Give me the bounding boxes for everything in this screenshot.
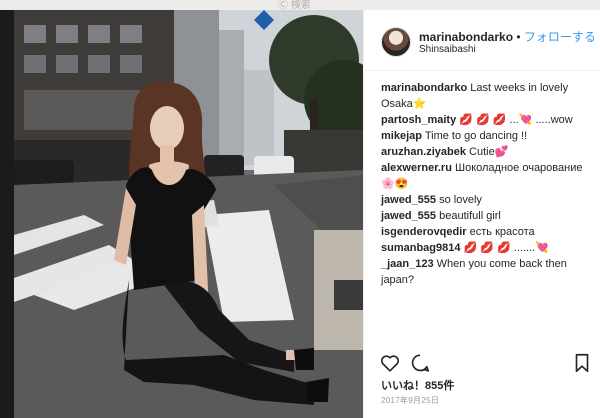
- comment-username[interactable]: _jaan_123: [381, 258, 434, 270]
- photo-illustration: [14, 10, 363, 418]
- comment-list: marinabondarko Last weeks in lovely Osak…: [381, 80, 591, 288]
- username-link[interactable]: marinabondarko: [419, 30, 513, 44]
- comment-icon[interactable]: [409, 352, 431, 374]
- comment-text: beautifull girl: [439, 210, 501, 222]
- comment-text: 💋 💋 💋 ...💘 .....wow: [459, 114, 573, 126]
- post-header: marinabondarko • フォローする Shinsaibashi: [364, 10, 600, 71]
- comment-item: isgenderovqedir есть красота: [381, 224, 591, 240]
- follow-button[interactable]: フォローする: [524, 30, 596, 44]
- comment-text: Cutie💕: [469, 146, 509, 158]
- comment-text: Time to go dancing !!: [424, 130, 528, 142]
- comment-item: mikejap Time to go dancing !!: [381, 128, 591, 144]
- comment-item: jawed_555 so lovely: [381, 192, 591, 208]
- separator-dot: •: [516, 30, 521, 44]
- comment-text: есть красота: [469, 226, 535, 238]
- comment-text: 💋 💋 💋 .......💘: [463, 242, 549, 254]
- avatar[interactable]: [381, 27, 411, 57]
- heart-icon[interactable]: [379, 352, 401, 374]
- like-count[interactable]: いいね！855件: [381, 377, 454, 393]
- comment-item: partosh_maity 💋 💋 💋 ...💘 .....wow: [381, 112, 591, 128]
- comment-username[interactable]: partosh_maity: [381, 114, 456, 126]
- comment-username[interactable]: jawed_555: [381, 194, 436, 206]
- comment-item: _jaan_123 When you come back then japan?: [381, 256, 591, 288]
- action-bar: [364, 350, 600, 378]
- browser-top-strip: Ⓒ 検索: [0, 0, 600, 11]
- comment-text: so lovely: [439, 194, 482, 206]
- comment-item: alexwerner.ru Шоколадное очарование🌸😍: [381, 160, 591, 192]
- comment-username[interactable]: isgenderovqedir: [381, 226, 467, 238]
- bookmark-icon[interactable]: [571, 352, 593, 374]
- post-photo[interactable]: [14, 10, 363, 418]
- location-link[interactable]: Shinsaibashi: [419, 44, 476, 55]
- comment-item: marinabondarko Last weeks in lovely Osak…: [381, 80, 591, 112]
- comment-username[interactable]: aruzhan.ziyabek: [381, 146, 466, 158]
- comment-username[interactable]: mikejap: [381, 130, 422, 142]
- comment-username[interactable]: jawed_555: [381, 210, 436, 222]
- comment-item: sumanbag9814 💋 💋 💋 .......💘: [381, 240, 591, 256]
- comment-username[interactable]: alexwerner.ru: [381, 162, 452, 174]
- post-date: 2017年9月25日: [381, 396, 440, 405]
- comment-username[interactable]: sumanbag9814: [381, 242, 460, 254]
- comment-item: aruzhan.ziyabek Cutie💕: [381, 144, 591, 160]
- post-side-panel: marinabondarko • フォローする Shinsaibashi mar…: [363, 10, 600, 418]
- dim-overlay: [0, 10, 14, 418]
- post-author: marinabondarko • フォローする: [419, 28, 596, 45]
- comment-username[interactable]: marinabondarko: [381, 82, 467, 94]
- comment-item: jawed_555 beautifull girl: [381, 208, 591, 224]
